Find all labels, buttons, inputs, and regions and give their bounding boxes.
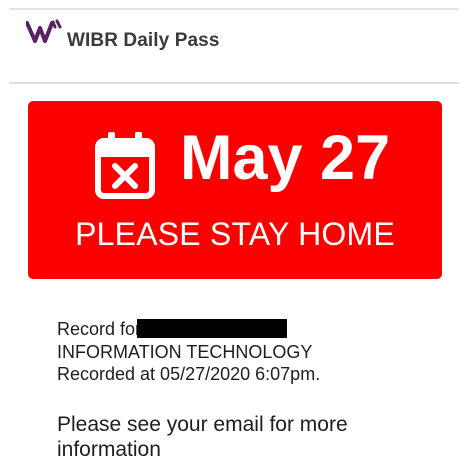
record-for-line: Record for [57,318,320,341]
app-title: WIBR Daily Pass [67,30,220,51]
department: INFORMATION TECHNOLOGY [57,341,313,362]
redacted-name [137,319,288,338]
daily-pass-banner: May 27 PLEASE STAY HOME [28,101,442,279]
email-note: Please see your email for more informati… [57,413,348,461]
record-details: Record for INFORMATION TECHNOLOGY Record… [57,318,320,386]
record-for-label: Record for [57,319,142,339]
wibr-logo-icon [26,19,62,43]
pass-date: May 27 [180,123,391,193]
pass-status: PLEASE STAY HOME [75,216,395,252]
recorded-at: Recorded at 05/27/2020 6:07pm. [57,364,321,384]
calendar-x-icon [95,132,155,199]
